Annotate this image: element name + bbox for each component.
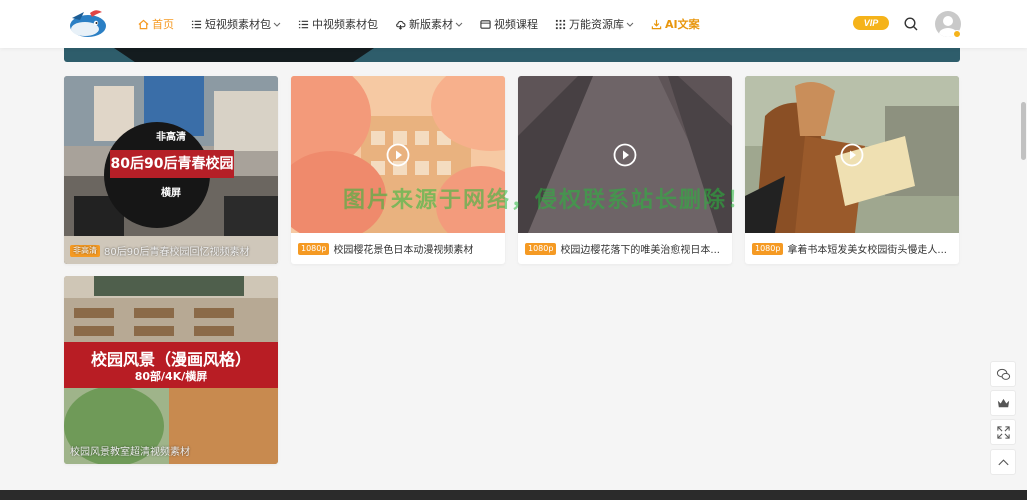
video-card-4[interactable]: 1080p 拿着书本短发美女校园街头慢走人... (745, 76, 959, 264)
wechat-button[interactable] (990, 361, 1016, 387)
card-caption[interactable]: 1080p 拿着书本短发美女校园街头慢走人... (752, 241, 956, 256)
card-thumbnail[interactable] (745, 76, 959, 233)
nav-ai-copywriting-label: AI文案 (665, 18, 700, 31)
thumb-sub-text: 80部/4K/横屏 (134, 370, 208, 383)
back-to-top-button[interactable] (990, 449, 1016, 475)
card-caption[interactable]: 1080p 校园樱花景色日本动漫视频素材 (298, 241, 502, 256)
thumb-bottom-text: 横屏 (161, 188, 181, 199)
chevron-down-icon (626, 22, 634, 27)
card-caption[interactable]: 非高清 80后90后青春校园回忆视频素材 (70, 243, 274, 258)
play-icon[interactable] (613, 143, 637, 167)
wechat-icon (996, 368, 1010, 380)
site-logo[interactable] (66, 6, 108, 40)
card-title: 80后90后青春校园回忆视频素材 (104, 247, 250, 258)
page-scrollbar[interactable] (1021, 102, 1026, 160)
chevron-up-icon (997, 458, 1009, 465)
top-header: 首页 短视频素材包 中视频素材包 新版素材 视频课程 万能资源库 AI文案 VI… (0, 0, 1027, 48)
home-icon (138, 19, 149, 29)
chevron-down-icon (273, 22, 281, 27)
card-caption[interactable]: 校园风景教室超清视频素材 (70, 443, 274, 458)
play-icon[interactable] (840, 143, 864, 167)
cloud-icon (396, 20, 406, 30)
video-card-5[interactable]: 校园风景（漫画风格） 80部/4K/横屏 校园风景教室超清视频素材 (64, 276, 278, 464)
search-icon[interactable] (903, 16, 919, 32)
banner-strip[interactable] (64, 48, 960, 62)
nav-video-courses-label: 视频课程 (494, 18, 538, 31)
vip-crown-button[interactable] (990, 390, 1016, 416)
video-card-3[interactable]: 1080p 校园边樱花落下的唯美治愈视日本... (518, 76, 732, 264)
video-icon (480, 19, 491, 29)
main-nav: 首页 短视频素材包 中视频素材包 新版素材 视频课程 万能资源库 AI文案 (138, 0, 717, 48)
nav-short-video-pack[interactable]: 短视频素材包 (191, 16, 281, 32)
copyright-watermark: 图片来源于网络，侵权联系站长删除！ (343, 188, 752, 213)
thumb-band-text: 80后90后青春校园 (110, 150, 234, 178)
list-icon (191, 20, 202, 28)
video-card-1[interactable]: 非高清 80后90后青春校园 横屏 非高清 80后90后青春校园回忆视频素材 (64, 76, 278, 264)
video-card-2[interactable]: 1080p 校园樱花景色日本动漫视频素材 (291, 76, 505, 264)
nav-medium-video-pack-label: 中视频素材包 (312, 18, 378, 31)
nav-video-courses[interactable]: 视频课程 (480, 16, 538, 32)
nav-resource-library-label: 万能资源库 (569, 18, 624, 31)
crown-icon (997, 398, 1009, 407)
card-thumbnail[interactable]: 非高清 80后90后青春校园 横屏 (64, 76, 278, 264)
nav-new-materials[interactable]: 新版素材 (395, 16, 463, 32)
card-title: 拿着书本短发美女校园街头慢走人... (787, 245, 947, 256)
card-title: 校园边樱花落下的唯美治愈视日本... (560, 245, 720, 256)
quality-badge: 非高清 (70, 244, 100, 257)
thumb-top-text: 非高清 (156, 132, 186, 143)
nav-medium-video-pack[interactable]: 中视频素材包 (298, 16, 378, 32)
quality-badge: 1080p (525, 242, 557, 255)
quality-badge: 1080p (752, 242, 784, 255)
nav-ai-copywriting[interactable]: AI文案 (651, 16, 700, 32)
nav-resource-library[interactable]: 万能资源库 (555, 16, 634, 32)
grid-icon (555, 19, 566, 29)
nav-short-video-pack-label: 短视频素材包 (205, 18, 271, 31)
nav-home[interactable]: 首页 (138, 16, 174, 32)
footer (0, 490, 1027, 500)
card-title: 校园风景教室超清视频素材 (70, 447, 190, 458)
fullscreen-button[interactable] (990, 419, 1016, 445)
card-caption[interactable]: 1080p 校园边樱花落下的唯美治愈视日本... (525, 241, 729, 256)
play-icon[interactable] (386, 143, 410, 167)
thumb-title-text: 校园风景（漫画风格） (90, 350, 251, 369)
vip-button[interactable]: VIP (853, 16, 889, 30)
expand-icon (996, 425, 1010, 439)
card-title: 校园樱花景色日本动漫视频素材 (333, 245, 474, 256)
card-thumbnail[interactable]: 校园风景（漫画风格） 80部/4K/横屏 (64, 276, 278, 464)
nav-home-label: 首页 (152, 18, 174, 31)
banner-shape (114, 48, 374, 62)
quality-badge: 1080p (298, 242, 330, 255)
nav-new-materials-label: 新版素材 (409, 18, 453, 31)
list-icon (298, 20, 309, 28)
vip-status-dot (953, 30, 961, 38)
download-icon (651, 19, 662, 29)
chevron-down-icon (455, 22, 463, 27)
